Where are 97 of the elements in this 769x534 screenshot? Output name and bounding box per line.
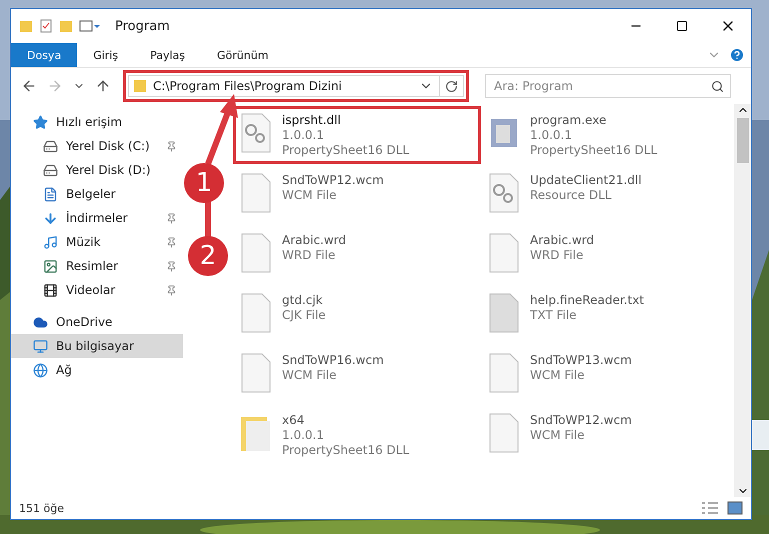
file-icon [240, 173, 272, 213]
document-icon [43, 186, 58, 202]
file-icon [240, 353, 272, 393]
file-icon [488, 413, 520, 453]
sidebar-item[interactable]: Müzik [11, 230, 183, 254]
computer-icon [33, 338, 48, 354]
file-name[interactable]: SndToWP16.wcm [282, 353, 384, 367]
file-item[interactable]: Arabic.wrd WRD File [233, 226, 481, 284]
file-detail: PropertySheet16 DLL [530, 143, 658, 157]
image-icon [43, 258, 58, 274]
file-icon [488, 293, 520, 333]
file-item[interactable]: isprsht.dll 1.0.0.1 PropertySheet16 DLL [233, 106, 481, 164]
properties-icon[interactable] [39, 19, 53, 33]
file-icon [488, 353, 520, 393]
file-name[interactable]: gtd.cjk [282, 293, 326, 307]
file-detail: WCM File [282, 368, 338, 382]
item-count: 151 öğe [19, 502, 64, 514]
file-item[interactable]: x64 1.0.0.1 PropertySheet16 DLL [233, 406, 481, 464]
file-item[interactable]: program.exe 1.0.0.1 PropertySheet16 DLL [481, 106, 729, 164]
drive-icon [43, 138, 58, 154]
ribbon-tab[interactable]: Paylaş [134, 43, 201, 67]
refresh-icon [445, 80, 458, 92]
file-item[interactable]: SndToWP13.wcm WCM File [481, 346, 729, 404]
file-name[interactable]: SndToWP12.wcm [530, 413, 632, 427]
download-icon [43, 210, 58, 226]
file-detail: WCM File [530, 368, 586, 382]
file-name[interactable]: SndToWP12.wcm [282, 173, 384, 187]
file-name[interactable]: Arabic.wrd [282, 233, 346, 247]
file-icon [240, 293, 272, 333]
file-item[interactable]: SndToWP12.wcm WCM File [233, 166, 481, 224]
pin-icon[interactable] [166, 236, 177, 248]
file-detail: Resource DLL [530, 188, 612, 202]
large-icons-view-icon[interactable] [727, 501, 743, 515]
file-item[interactable]: SndToWP12.wcm WCM File [481, 406, 729, 464]
ribbon-tab[interactable]: Görünüm [201, 43, 284, 67]
details-view-icon[interactable] [701, 501, 719, 515]
file-detail: PropertySheet16 DLL [282, 143, 410, 157]
file-detail: PropertySheet16 DLL [282, 443, 410, 457]
customize-icon[interactable] [79, 19, 103, 33]
file-name[interactable]: x64 [282, 413, 410, 427]
network-icon [33, 362, 48, 378]
folder-icon [19, 19, 33, 33]
sidebar-item[interactable]: İndirmeler [11, 206, 183, 230]
scrollbar[interactable] [734, 104, 751, 497]
sidebar-item[interactable]: Belgeler [11, 182, 183, 206]
file-detail: 1.0.0.1 [282, 128, 325, 142]
file-detail: WRD File [282, 248, 336, 262]
file-name[interactable]: Arabic.wrd [530, 233, 594, 247]
file-item[interactable]: UpdateClient21.dll Resource DLL [481, 166, 729, 224]
gear-file-icon [488, 173, 520, 213]
window-title: Program [115, 18, 170, 34]
file-item[interactable]: help.fineReader.txt TXT File [481, 286, 729, 344]
file-name[interactable]: UpdateClient21.dll [530, 173, 642, 187]
sidebar-item[interactable]: Hızlı erişim [11, 110, 183, 134]
file-detail: WRD File [530, 248, 584, 262]
file-detail: TXT File [530, 308, 578, 322]
file-name[interactable]: help.fineReader.txt [530, 293, 644, 307]
help-icon[interactable] [729, 47, 745, 63]
maximize-icon [676, 20, 688, 32]
cloud-icon [33, 314, 48, 330]
scroll-thumb[interactable] [736, 118, 748, 163]
address-field[interactable]: C:\Program Files\Program Dizini [128, 75, 464, 97]
file-icon [488, 233, 520, 273]
file-name[interactable]: program.exe [530, 113, 658, 127]
file-detail: WCM File [530, 428, 586, 442]
address-path: C:\Program Files\Program Dizini [153, 79, 343, 93]
sidebar-item[interactable]: Videolar [11, 278, 183, 302]
sidebar-item[interactable]: OneDrive [11, 310, 183, 334]
file-name[interactable]: isprsht.dll [282, 113, 410, 127]
gear-file-icon [240, 113, 272, 153]
music-icon [43, 234, 58, 250]
sidebar-item[interactable]: Bu bilgisayar [11, 334, 183, 358]
file-icon [240, 233, 272, 273]
folder-icon [133, 79, 147, 93]
pin-icon[interactable] [166, 212, 177, 224]
file-name[interactable]: SndToWP13.wcm [530, 353, 632, 367]
sidebar-item[interactable]: Yerel Disk (C:) [11, 134, 183, 158]
file-detail: WCM File [282, 188, 338, 202]
ribbon-tab[interactable]: Giriş [77, 43, 134, 67]
search-icon [711, 80, 724, 92]
sidebar-item[interactable]: Resimler [11, 254, 183, 278]
file-item[interactable]: gtd.cjk CJK File [233, 286, 481, 344]
file-detail: 1.0.0.1 [530, 128, 573, 142]
sidebar-item[interactable]: Yerel Disk (D:) [11, 158, 183, 182]
drive-icon [43, 162, 58, 178]
pin-icon[interactable] [166, 140, 177, 152]
ribbon-tab[interactable]: Dosya [11, 43, 78, 67]
star-icon [33, 114, 48, 130]
pin-icon[interactable] [166, 284, 177, 296]
file-detail: 1.0.0.1 [282, 428, 325, 442]
file-detail: CJK File [282, 308, 326, 322]
pin-icon[interactable] [166, 260, 177, 272]
search-field[interactable]: Ara: Program [485, 74, 731, 98]
file-item[interactable]: SndToWP16.wcm WCM File [233, 346, 481, 404]
film-icon [43, 282, 58, 298]
file-item[interactable]: Arabic.wrd WRD File [481, 226, 729, 284]
sidebar-item[interactable]: Ağ [11, 358, 183, 382]
